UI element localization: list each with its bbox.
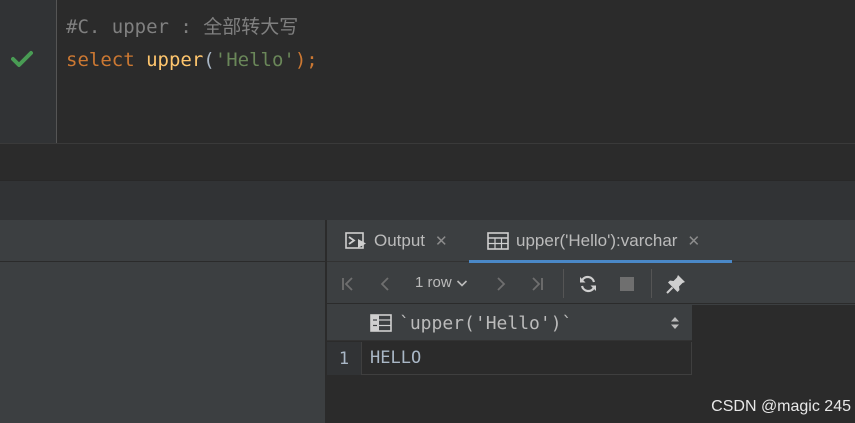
check-icon bbox=[11, 51, 33, 67]
open-paren: ( bbox=[203, 49, 215, 71]
results-toolbar: 1 row bbox=[327, 263, 855, 304]
next-page-icon[interactable] bbox=[489, 273, 511, 295]
first-page-icon[interactable] bbox=[337, 273, 359, 295]
sql-keyword: select bbox=[66, 49, 135, 71]
panel-divider[interactable] bbox=[0, 180, 855, 220]
code-line: select upper('Hello'); bbox=[66, 49, 318, 71]
editor-gutter bbox=[0, 0, 57, 143]
column-icon bbox=[370, 314, 392, 332]
close-icon[interactable]: ✕ bbox=[435, 232, 448, 250]
table-icon bbox=[487, 232, 509, 250]
console-icon bbox=[345, 232, 366, 249]
services-tree-panel bbox=[0, 220, 326, 423]
close-icon[interactable]: ✕ bbox=[687, 232, 700, 250]
tab-output[interactable]: Output ✕ bbox=[345, 220, 448, 262]
comment-line: #C. upper : 全部转大写 bbox=[66, 16, 298, 38]
results-tabs: Output ✕ upper('Hello'):varchar ✕ bbox=[327, 220, 855, 263]
tab-output-label: Output bbox=[374, 231, 426, 250]
refresh-icon[interactable] bbox=[577, 273, 599, 295]
sql-editor[interactable]: #C. upper : 全部转大写 select upper('Hello'); bbox=[0, 0, 855, 143]
results-panel: Output ✕ upper('Hello'):varchar ✕ 1 row bbox=[327, 220, 855, 423]
chevron-down-icon bbox=[456, 279, 467, 287]
watermark: CSDN @magic 245 bbox=[711, 398, 851, 415]
sort-icon[interactable] bbox=[670, 316, 680, 330]
row-number[interactable]: 1 bbox=[327, 342, 362, 375]
rows-count-label: 1 row bbox=[415, 274, 452, 291]
tab-result-label: upper('Hello'):varchar bbox=[516, 231, 678, 250]
services-tree-header bbox=[0, 220, 326, 262]
stop-icon[interactable] bbox=[616, 273, 638, 295]
toolbar-separator bbox=[563, 269, 564, 298]
comment-text: #C. upper : bbox=[66, 16, 204, 38]
prev-page-icon[interactable] bbox=[375, 273, 397, 295]
result-cell[interactable]: HELLO bbox=[362, 342, 692, 375]
toolbar-separator bbox=[651, 269, 652, 298]
comment-cjk-text: 全部转大写 bbox=[203, 16, 299, 38]
last-page-icon[interactable] bbox=[526, 273, 548, 295]
pin-icon[interactable] bbox=[665, 273, 687, 295]
column-header[interactable]: `upper('Hello')` bbox=[362, 305, 692, 341]
rows-count-select[interactable]: 1 row bbox=[415, 274, 468, 291]
row-number-header bbox=[327, 305, 362, 341]
column-header-label: `upper('Hello')` bbox=[399, 313, 573, 334]
sql-function: upper bbox=[146, 49, 204, 71]
editor-bottom-strip bbox=[0, 143, 855, 180]
tab-result[interactable]: upper('Hello'):varchar ✕ bbox=[468, 220, 733, 263]
close-paren-semicolon: ); bbox=[294, 49, 318, 71]
sql-string-literal: 'Hello' bbox=[214, 49, 295, 71]
